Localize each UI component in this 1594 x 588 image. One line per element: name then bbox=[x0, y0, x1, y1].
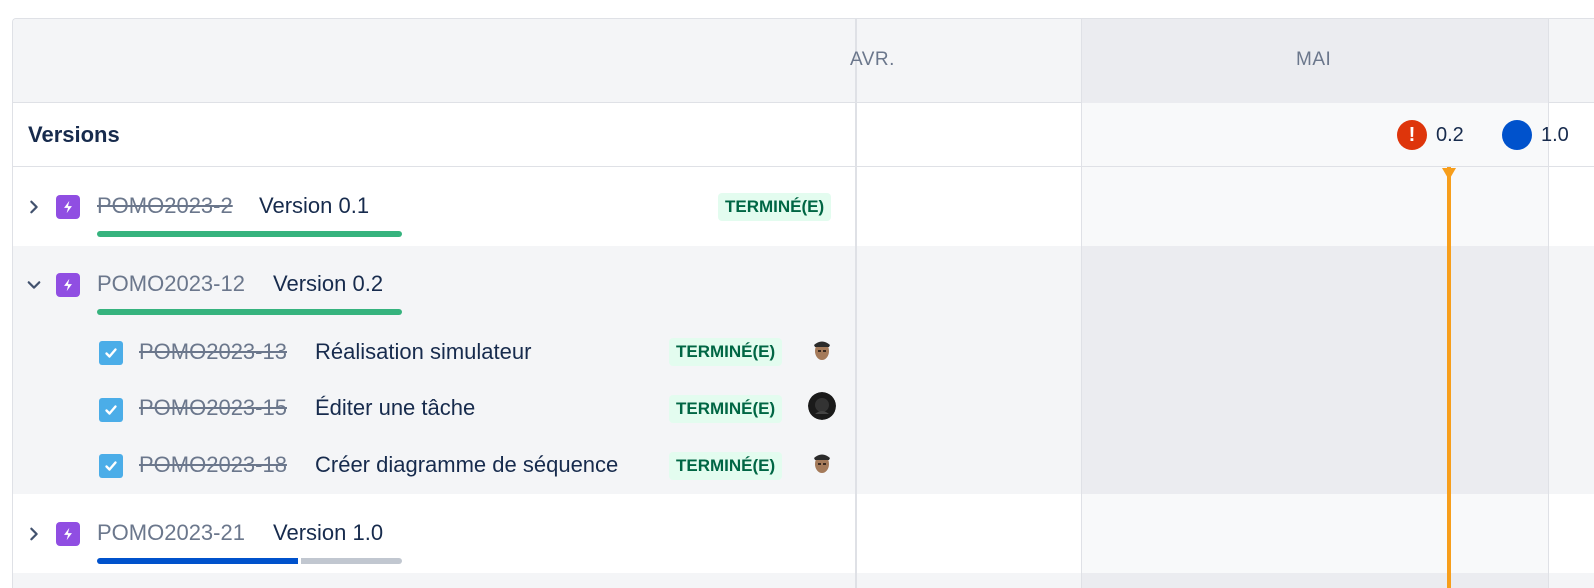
roadmap-frame: Versions POMO2023-2 Version 0.1 TERMINÉ(… bbox=[12, 18, 1594, 588]
progress-bar bbox=[97, 309, 402, 315]
versions-row: Versions bbox=[13, 103, 855, 167]
version-marker-label: 0.2 bbox=[1436, 123, 1464, 146]
timeline-row bbox=[857, 494, 1594, 573]
issue-summary[interactable]: Réalisation simulateur bbox=[315, 339, 531, 365]
version-marker-label: 1.0 bbox=[1541, 123, 1569, 146]
issue-summary[interactable]: Version 1.0 bbox=[273, 520, 383, 546]
month-column: MAI bbox=[1081, 19, 1549, 103]
today-line bbox=[1447, 167, 1451, 588]
version-dot-icon bbox=[1502, 120, 1532, 150]
avatar[interactable] bbox=[808, 392, 836, 420]
issue-summary[interactable]: Créer diagramme de séquence bbox=[315, 452, 618, 478]
epic-row[interactable]: POMO2023-12 Version 0.2 POMO2023-13 Réal… bbox=[13, 246, 855, 494]
avatar[interactable] bbox=[808, 449, 836, 477]
timeline-header: AVR. MAI bbox=[850, 19, 1594, 103]
issue-list-panel: Versions POMO2023-2 Version 0.1 TERMINÉ(… bbox=[13, 19, 855, 588]
issue-key[interactable]: POMO2023-21 bbox=[97, 520, 245, 546]
progress-bar bbox=[97, 231, 402, 237]
progress-bar-todo bbox=[301, 558, 402, 564]
chevron-right-icon[interactable] bbox=[26, 199, 42, 215]
month-column: AVR. bbox=[850, 19, 1081, 103]
warning-icon: ! bbox=[1397, 120, 1427, 150]
list-header bbox=[13, 19, 855, 103]
epic-icon bbox=[56, 195, 80, 219]
task-checkbox-icon bbox=[99, 454, 123, 478]
issue-key[interactable]: POMO2023-2 bbox=[97, 193, 233, 219]
issue-key[interactable]: POMO2023-13 bbox=[139, 339, 287, 365]
timeline-row bbox=[857, 573, 1594, 588]
today-marker-icon bbox=[1442, 168, 1456, 180]
chevron-right-icon[interactable] bbox=[26, 526, 42, 542]
status-badge: TERMINÉ(E) bbox=[669, 452, 783, 480]
issue-key[interactable]: POMO2023-18 bbox=[139, 452, 287, 478]
status-badge: TERMINÉ(E) bbox=[718, 193, 832, 221]
version-marker[interactable]: ! 0.2 bbox=[1397, 120, 1464, 150]
epic-icon bbox=[56, 273, 80, 297]
progress-bar-in-progress bbox=[97, 558, 298, 564]
issue-key[interactable]: POMO2023-12 bbox=[97, 271, 245, 297]
epic-row[interactable]: POMO2023-2 Version 0.1 TERMINÉ(E) bbox=[13, 167, 855, 246]
timeline-row bbox=[857, 167, 1594, 246]
task-checkbox-icon bbox=[99, 341, 123, 365]
chevron-down-icon[interactable] bbox=[26, 277, 42, 293]
month-label: AVR. bbox=[850, 49, 895, 70]
timeline-versions-row: ! 0.2 1.0 bbox=[857, 103, 1594, 167]
status-badge: TERMINÉ(E) bbox=[669, 338, 783, 366]
avatar[interactable] bbox=[808, 336, 836, 364]
timeline-row bbox=[857, 246, 1594, 494]
month-label: MAI bbox=[1296, 49, 1332, 70]
task-checkbox-icon bbox=[99, 398, 123, 422]
status-badge: TERMINÉ(E) bbox=[669, 395, 783, 423]
issue-summary[interactable]: Version 0.1 bbox=[259, 193, 369, 219]
timeline-panel: AVR. MAI ! 0.2 1.0 bbox=[850, 19, 1594, 588]
version-marker[interactable]: 1.0 bbox=[1502, 120, 1569, 150]
next-row bbox=[13, 573, 855, 588]
issue-summary[interactable]: Éditer une tâche bbox=[315, 395, 475, 421]
epic-row[interactable]: POMO2023-21 Version 1.0 bbox=[13, 494, 855, 573]
epic-icon bbox=[56, 522, 80, 546]
issue-key[interactable]: POMO2023-15 bbox=[139, 395, 287, 421]
versions-title: Versions bbox=[28, 122, 120, 147]
issue-summary[interactable]: Version 0.2 bbox=[273, 271, 383, 297]
